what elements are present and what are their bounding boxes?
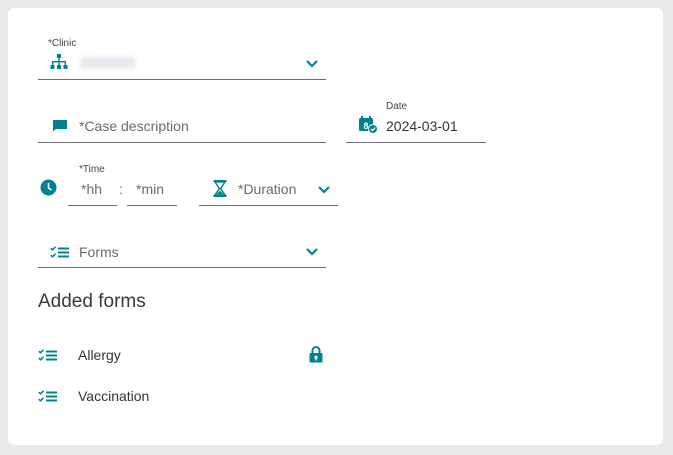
form-card	[8, 8, 663, 445]
duration-placeholder: *Duration	[238, 181, 297, 197]
checklist-icon	[50, 246, 70, 259]
time-separator: :	[119, 181, 123, 197]
form-item-label: Allergy	[78, 347, 121, 363]
forms-underline	[38, 267, 326, 268]
clock-icon	[40, 179, 57, 196]
calendar-icon[interactable]: 8	[358, 116, 378, 134]
date-label: Date	[386, 101, 408, 112]
lock-icon	[309, 345, 323, 363]
time-label: *Time	[79, 164, 105, 175]
checklist-icon	[38, 349, 58, 362]
hourglass-icon	[213, 180, 227, 197]
minutes-underline	[127, 205, 177, 206]
hours-underline	[68, 205, 117, 206]
chevron-down-icon[interactable]	[318, 186, 330, 194]
date-value: 2024-03-01	[386, 118, 458, 134]
org-tree-icon	[50, 54, 68, 70]
comment-icon	[52, 119, 68, 132]
case-description-underline	[38, 142, 326, 143]
date-underline	[346, 142, 486, 143]
forms-placeholder: Forms	[79, 244, 119, 260]
added-forms-title: Added forms	[38, 291, 146, 312]
chevron-down-icon[interactable]	[306, 60, 318, 68]
clinic-value	[80, 57, 136, 69]
checklist-icon	[38, 390, 58, 403]
case-description-placeholder: *Case description	[79, 118, 189, 134]
chevron-down-icon[interactable]	[306, 248, 318, 256]
form-item-label: Vaccination	[78, 388, 150, 404]
svg-text:8: 8	[363, 121, 368, 131]
hours-input[interactable]: *hh	[81, 181, 102, 197]
clinic-label: *Clinic	[48, 38, 77, 49]
minutes-input[interactable]: *min	[136, 181, 164, 197]
duration-underline	[199, 205, 338, 206]
clinic-underline	[38, 79, 326, 80]
